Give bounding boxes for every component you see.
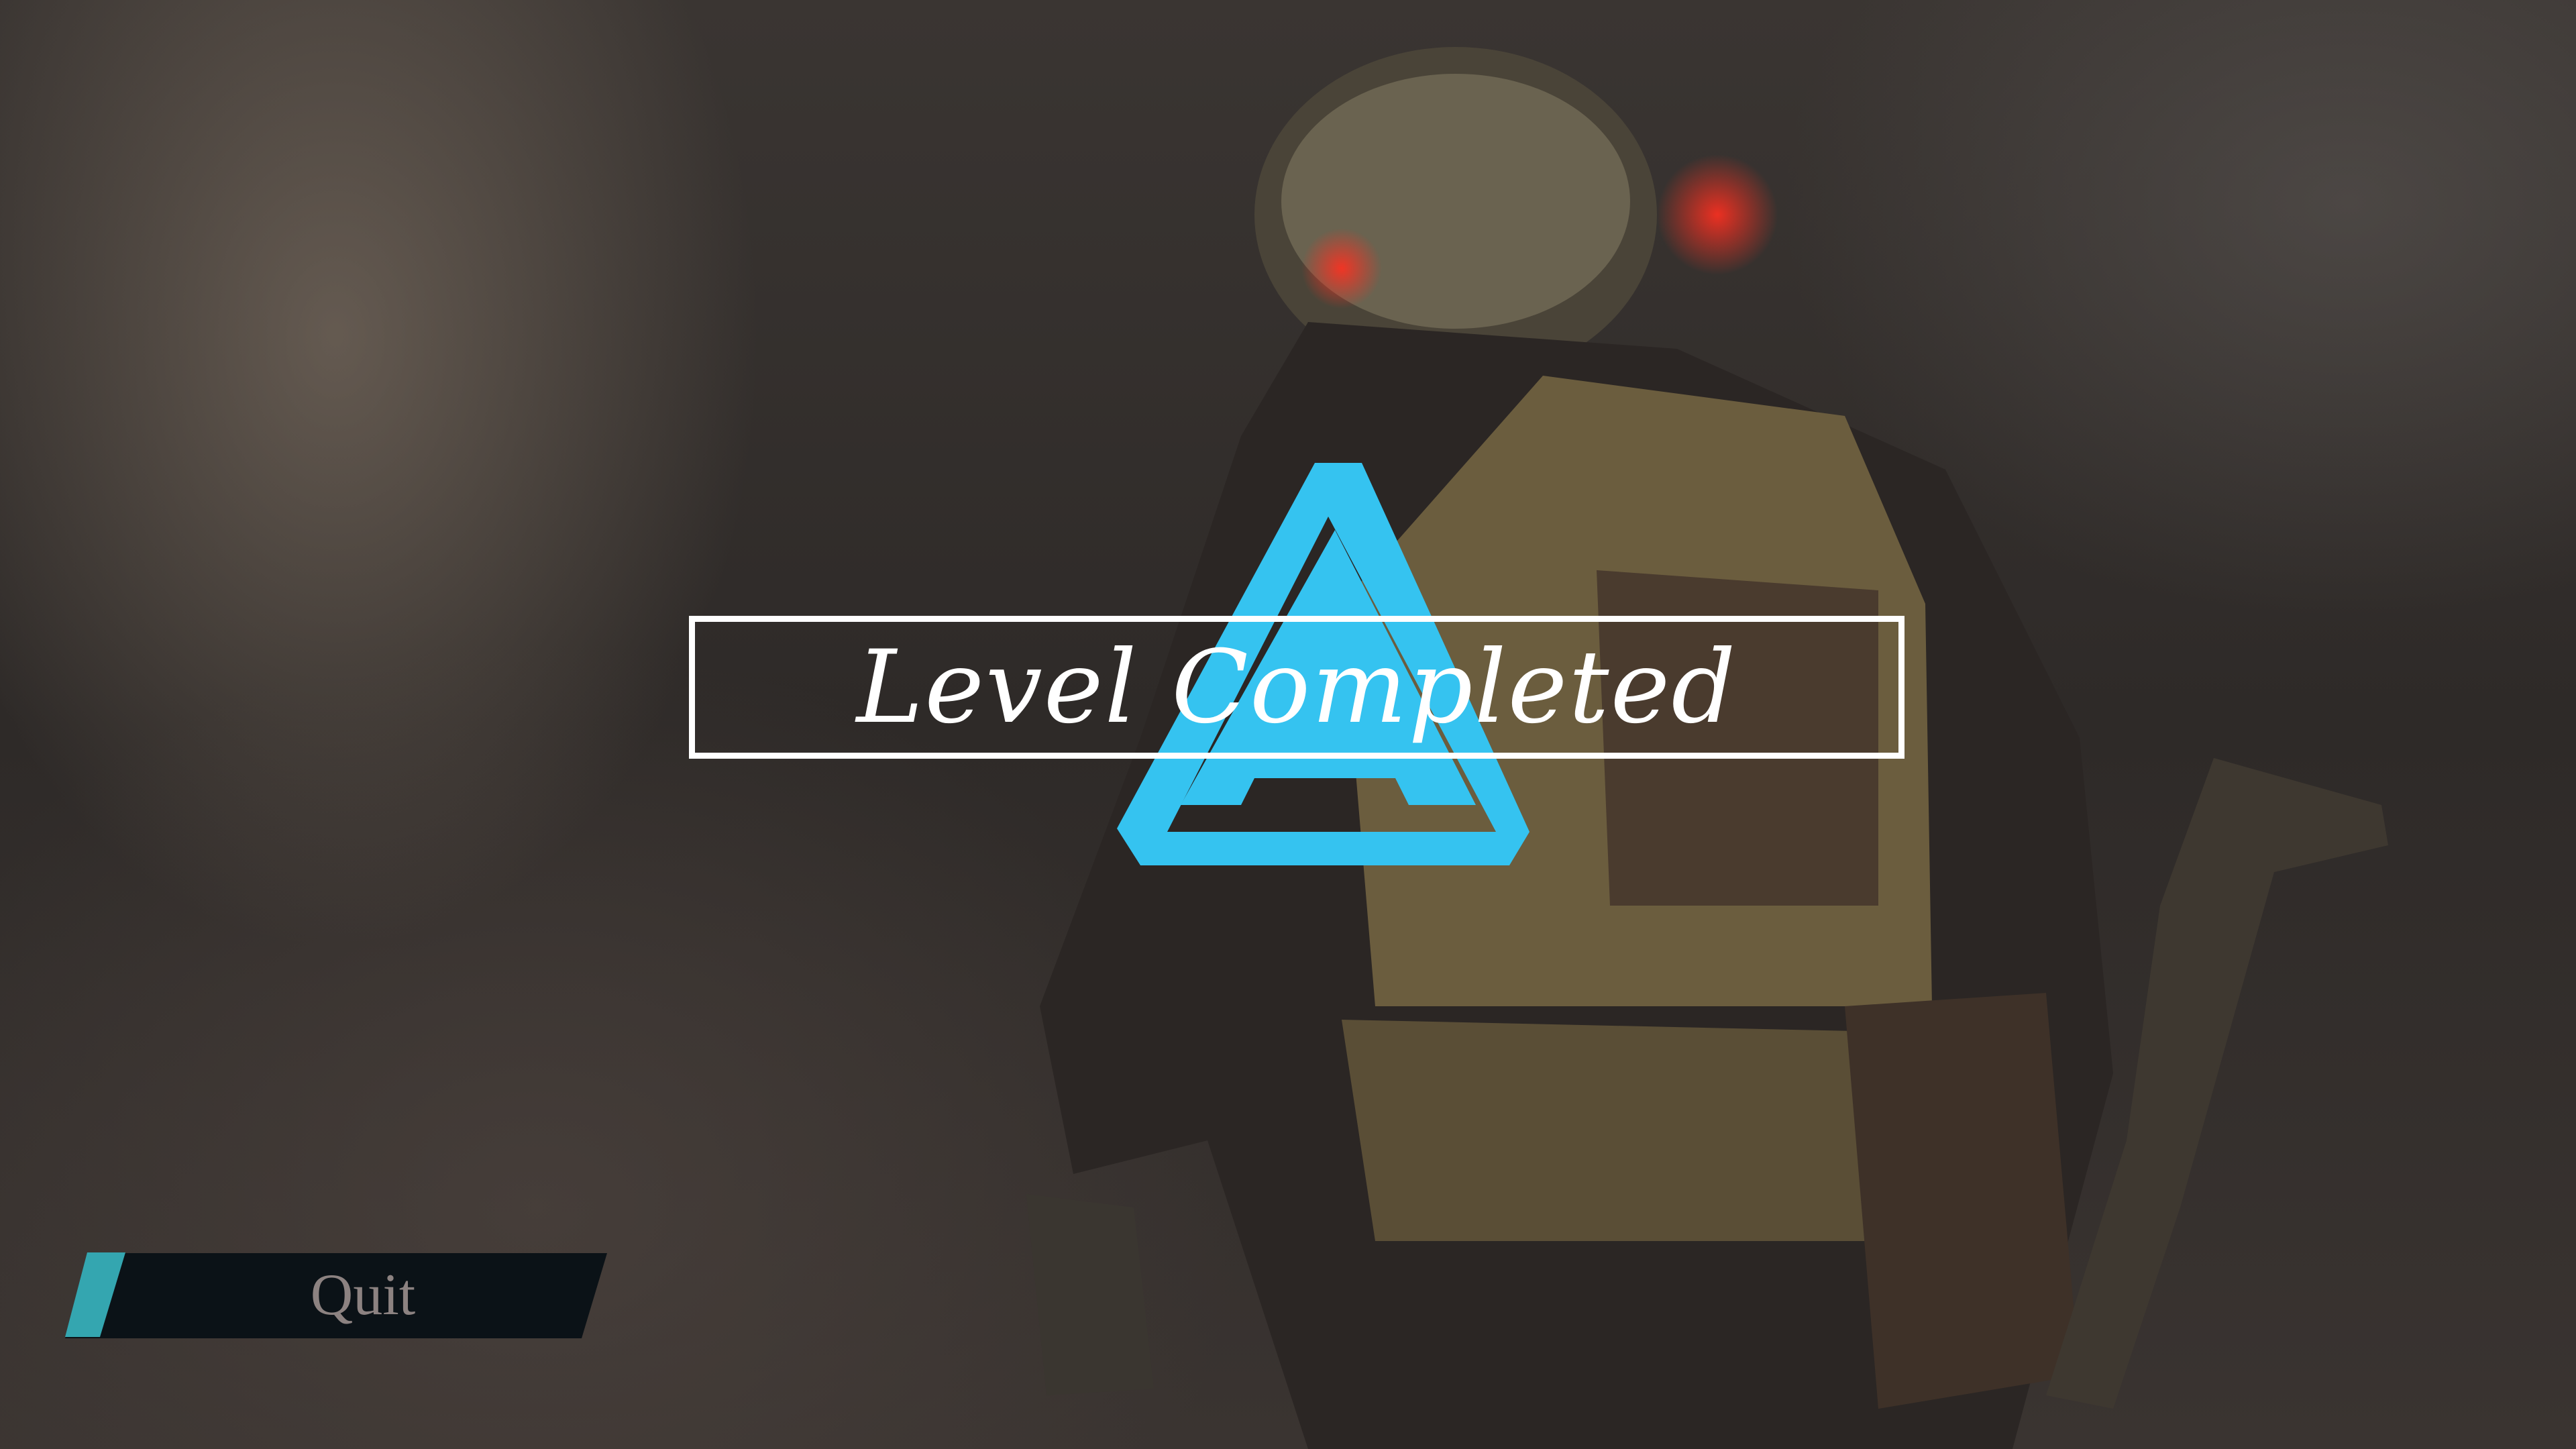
- quit-button-label: Quit: [310, 1262, 416, 1328]
- level-completed-title: Level Completed: [856, 629, 1737, 746]
- quit-button[interactable]: Quit: [65, 1251, 607, 1338]
